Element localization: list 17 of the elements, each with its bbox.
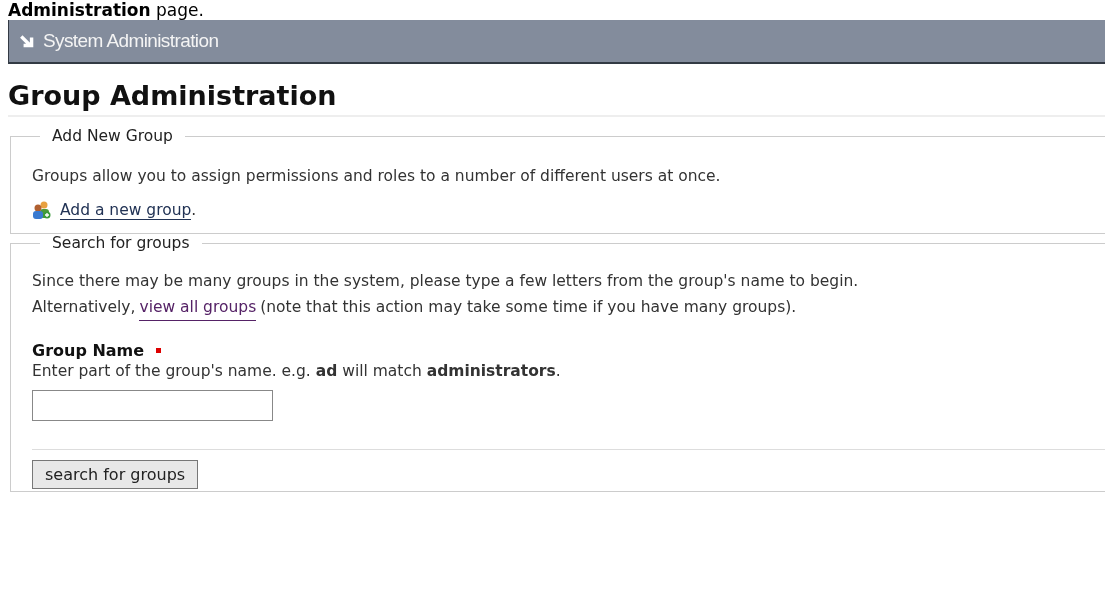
search-button[interactable]: search for groups bbox=[32, 460, 199, 489]
page-heading: Group Administration bbox=[8, 80, 1105, 117]
description-text: Groups allow you to assign permissions and roles to a number of different users at once. bbox=[32, 166, 722, 187]
group-name-field[interactable] bbox=[32, 390, 273, 421]
panel-legend: Add New Group bbox=[40, 127, 185, 145]
panel-legend: Search for groups bbox=[40, 234, 202, 252]
field-label: Group Name bbox=[32, 341, 145, 360]
alternative-note: (note that this action may take some time if you have many groups). bbox=[260, 297, 797, 318]
help-text: Enter part of the group's name. e.g. ad will match administrators. bbox=[32, 362, 562, 380]
users-icon bbox=[32, 201, 52, 219]
view-all-link[interactable]: view all groups bbox=[139, 294, 257, 321]
punctuation-text: . bbox=[191, 201, 197, 219]
add-group-link[interactable]: Add a new group bbox=[60, 201, 192, 220]
description-text: Since there may be many groups in the system, please type a few letters from the group's name to begin. bbox=[32, 271, 860, 292]
intro-text: Administration page. bbox=[8, 0, 204, 20]
alternative-text: Alternatively, bbox=[32, 297, 136, 318]
arrow-icon bbox=[19, 33, 35, 49]
